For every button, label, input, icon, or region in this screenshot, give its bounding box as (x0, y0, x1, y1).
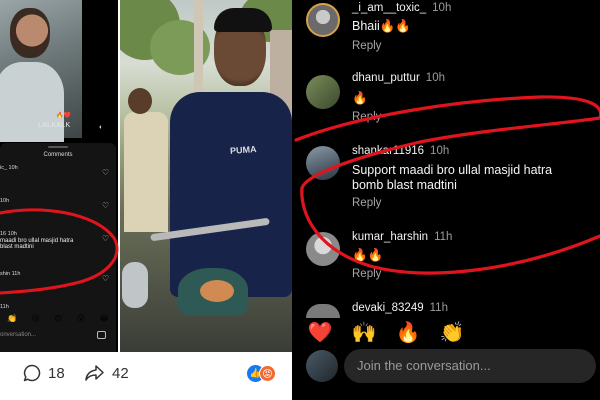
mini-comment-user: ic_ 10h (0, 165, 18, 171)
comment-input[interactable]: Join the conversation... (344, 349, 596, 383)
comment-text: Support maadi bro ullal masjid hatra bom… (352, 163, 553, 192)
mini-emoji-sticker: 🔥❤️ (56, 113, 71, 119)
cry-emoji-button[interactable]: 😢 (31, 314, 39, 323)
sheet-drag-handle[interactable] (48, 146, 68, 148)
comments-panel: _i_am__toxic_ 10h Bhaii🔥🔥 Reply dhanu_put… (292, 0, 600, 400)
comment-text: 🔥🔥 (352, 248, 384, 262)
background-person-head (128, 88, 152, 114)
clap-emoji-button[interactable]: 👏 (440, 320, 465, 345)
background-person-body (124, 112, 168, 232)
comment-username[interactable]: _i_am__toxic_ 10h (352, 2, 451, 14)
motorcycle-tank (178, 268, 248, 316)
tank-logo (200, 280, 234, 302)
clap-emoji-button[interactable]: 👏 (7, 314, 17, 323)
heart-icon[interactable]: ♡ (102, 201, 109, 210)
raised-hands-emoji-button[interactable]: 🙌 (352, 320, 377, 345)
comment-username-text: _i_am__toxic_ (352, 2, 427, 14)
emoji-reaction-bar: ❤️ 🙌 🔥 👏 😢 😍 😮 (292, 318, 600, 346)
person-head (10, 8, 50, 58)
man-cap (214, 8, 272, 32)
comment-text: Bhaii🔥🔥 (352, 19, 411, 33)
comment-username[interactable]: kumar_harshin 11h (352, 231, 452, 243)
mini-comments-sheet: Comments ic_ 10h ♡ 10h ♡ 16 10h maadi br… (0, 143, 116, 352)
comment-text: 🔥 (352, 91, 368, 105)
heart-emoji-button[interactable]: ❤️ (308, 320, 333, 345)
laugh-emoji-button[interactable]: 😂 (99, 314, 108, 323)
cry-emoji-button[interactable]: 😢 (484, 320, 505, 345)
heart-icon[interactable]: ♡ (102, 168, 109, 177)
comment-username-text: devaki_83249 (352, 302, 424, 314)
post-action-bar: 18 42 👍 😡 (0, 352, 292, 400)
mini-comments-title: Comments (43, 152, 73, 158)
comment-time: 10h (425, 72, 445, 84)
tshirt-logo: PUMA (229, 144, 257, 156)
mini-input-placeholder: onversation... (0, 332, 37, 338)
mini-comment-row: shin 11h ♡ (0, 271, 116, 283)
mini-comment-user: shin 11h (0, 271, 21, 277)
angry-reaction-icon: 😡 (259, 365, 276, 382)
comment-username[interactable]: shankar11916 10h (352, 145, 449, 157)
mini-comment-user: 10h (0, 198, 10, 204)
mini-comment-row: 16 10h maadi bro ullal masjid hatra blas… (0, 231, 116, 259)
mini-emoji-bar: 👏 😢 😍 😮 😂 (0, 314, 116, 323)
man-tshirt (170, 92, 292, 297)
comment-time: 11h (434, 231, 453, 243)
comment-username[interactable]: dhanu_puttur 10h (352, 72, 445, 84)
comment-count-button[interactable]: 18 (22, 363, 65, 383)
avatar[interactable] (306, 146, 340, 180)
mini-comment-user: 11h (0, 304, 9, 310)
avatar[interactable] (306, 3, 340, 37)
reply-button[interactable]: Reply (352, 268, 381, 280)
reaction-summary[interactable]: 👍 😡 (247, 365, 281, 383)
share-count: 42 (112, 364, 129, 382)
comment-bubble-icon (23, 364, 41, 382)
avatar[interactable] (306, 232, 340, 266)
motorcycle-headlamp (122, 262, 148, 308)
person-shoulder (0, 62, 64, 142)
comment-count: 18 (48, 364, 65, 382)
heart-icon[interactable]: ♡ (102, 234, 109, 243)
comment-input-placeholder: Join the conversation... (357, 358, 491, 373)
mini-comment-row: 10h ♡ (0, 198, 116, 210)
comment-time: 10h (432, 2, 452, 14)
share-arrow-icon (85, 365, 104, 381)
fire-emoji-button[interactable]: 🔥 (396, 320, 421, 345)
mini-comment-input[interactable]: onversation... (0, 331, 116, 339)
comment-composer: Join the conversation... (292, 346, 600, 400)
background-person (124, 88, 168, 238)
comment-username-text: kumar_harshin (352, 231, 429, 243)
heart-icon[interactable]: ♡ (102, 274, 109, 283)
avatar[interactable] (306, 75, 340, 109)
share-count-button[interactable]: 42 (84, 363, 129, 383)
comment-time: 10h (430, 145, 450, 157)
reply-button[interactable]: Reply (352, 197, 381, 209)
comment-username-text: shankar11916 (352, 145, 425, 157)
mini-comment-user: 16 10h (0, 231, 17, 237)
mute-icon[interactable]: ◐ (99, 124, 109, 132)
left-video-thumbnail[interactable]: 🔥❤️ LALKALK (0, 0, 82, 142)
video-watermark: LALKALK (38, 122, 71, 129)
avatar[interactable] (306, 350, 338, 382)
mini-comment-text: maadi bro ullal masjid hatra blast madti… (0, 238, 74, 250)
mini-comment-row: ic_ 10h ♡ (0, 165, 116, 177)
left-screenshot-panel: 🔥❤️ LALKALK ◐ Comments ic_ 10h ♡ 10h ♡ 1… (0, 0, 118, 352)
heart-eyes-emoji-button[interactable]: 😍 (54, 314, 62, 323)
wow-emoji-button[interactable]: 😮 (564, 320, 585, 345)
reply-button[interactable]: Reply (352, 40, 381, 52)
comment-username-text: dhanu_puttur (352, 72, 420, 84)
wow-emoji-button[interactable]: 😮 (77, 314, 85, 323)
comment-username[interactable]: devaki_83249 11h (352, 302, 448, 314)
post-photo[interactable]: PUMA (120, 0, 292, 352)
avatar[interactable] (306, 304, 340, 318)
sticker-icon[interactable] (97, 331, 106, 339)
heart-eyes-emoji-button[interactable]: 😍 (524, 320, 545, 345)
reply-button[interactable]: Reply (352, 111, 381, 123)
comment-time: 11h (429, 302, 448, 314)
